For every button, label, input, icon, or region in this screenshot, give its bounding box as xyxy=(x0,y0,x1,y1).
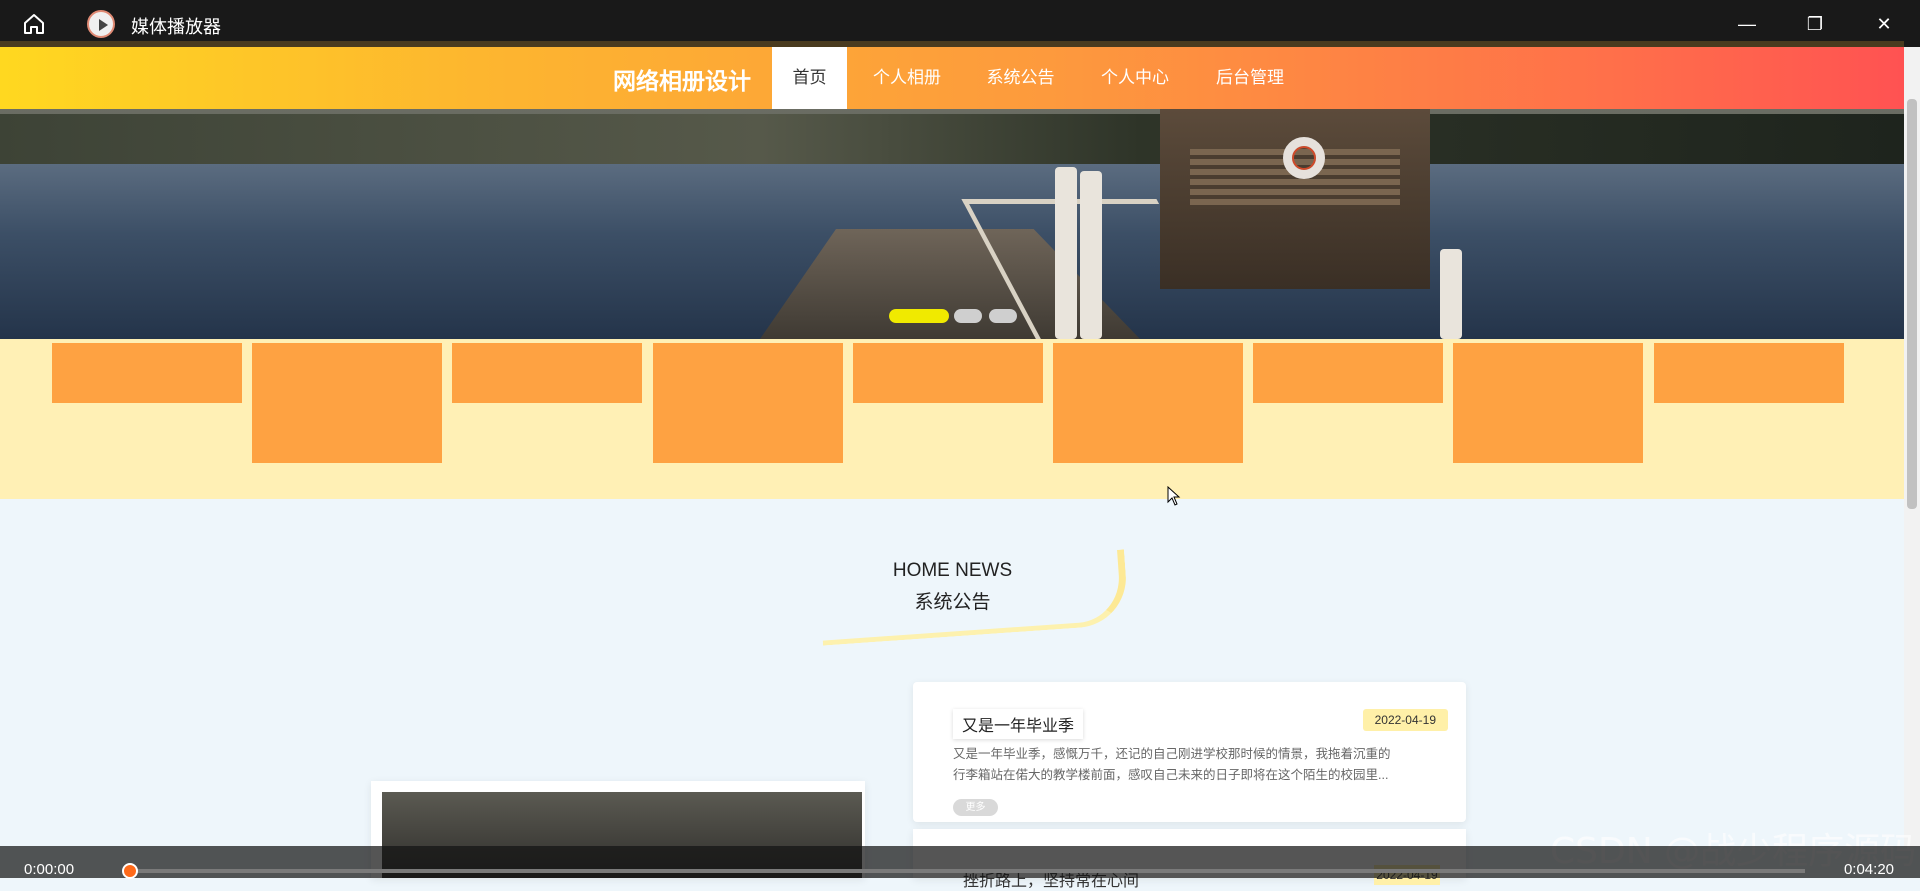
hero-hills xyxy=(0,114,1904,164)
seek-handle[interactable] xyxy=(122,863,138,879)
restore-icon[interactable]: ❐ xyxy=(1801,10,1829,38)
nav-item-albums[interactable]: 个人相册 xyxy=(862,47,952,109)
life-buoy xyxy=(1283,137,1325,179)
news-excerpt-line: 行李箱站在偌大的教学楼前面，感叹自己未来的日子即将在这个陌生的校园里... xyxy=(953,768,1389,782)
album-tile[interactable] xyxy=(1453,343,1643,463)
site-navbar: 网络相册设计 首页 个人相册 系统公告 个人中心 后台管理 xyxy=(0,47,1904,109)
minimize-icon[interactable]: — xyxy=(1733,10,1761,38)
nav-item-admin[interactable]: 后台管理 xyxy=(1204,47,1296,109)
hero-carousel-image[interactable] xyxy=(0,109,1904,339)
mouse-cursor-icon xyxy=(1167,486,1181,506)
carousel-dot-2[interactable] xyxy=(954,309,982,323)
media-player-controls: 0:00:00 0:04:20 xyxy=(0,846,1920,879)
nav-item-profile[interactable]: 个人中心 xyxy=(1090,47,1180,109)
carousel-dot-1[interactable] xyxy=(889,309,949,323)
album-tile[interactable] xyxy=(452,343,642,403)
media-player-icon xyxy=(87,10,115,38)
section-title-en: HOME NEWS xyxy=(892,560,1013,581)
album-tile[interactable] xyxy=(1654,343,1844,403)
window-title: 媒体播放器 xyxy=(131,17,221,37)
site-brand[interactable]: 网络相册设计 xyxy=(613,62,751,96)
album-tile-band xyxy=(0,339,1904,499)
carousel-dot-3[interactable] xyxy=(989,309,1017,323)
section-title-cn: 系统公告 xyxy=(914,592,991,613)
section-title: HOME NEWS 系统公告 xyxy=(860,560,1045,614)
news-excerpt-line: 又是一年毕业季，感慨万千，还记的自己刚进学校那时候的情景，我拖着沉重的 xyxy=(953,747,1391,761)
scrollbar-thumb[interactable] xyxy=(1907,99,1917,509)
album-tile[interactable] xyxy=(52,343,242,403)
nav-item-home[interactable]: 首页 xyxy=(772,47,847,109)
news-excerpt: 又是一年毕业季，感慨万千，还记的自己刚进学校那时候的情景，我拖着沉重的 行李箱站… xyxy=(953,744,1448,786)
pier-post xyxy=(1080,171,1102,339)
news-more-button[interactable]: 更多 xyxy=(953,799,998,816)
close-icon[interactable]: ✕ xyxy=(1870,10,1898,38)
news-card[interactable]: 又是一年毕业季 2022-04-19 又是一年毕业季，感慨万千，还记的自己刚进学… xyxy=(913,682,1466,822)
album-tile[interactable] xyxy=(252,343,442,463)
album-tile[interactable] xyxy=(1053,343,1243,463)
news-title[interactable]: 又是一年毕业季 xyxy=(953,709,1084,739)
album-tile[interactable] xyxy=(853,343,1043,403)
album-tile[interactable] xyxy=(653,343,843,463)
window-titlebar: 媒体播放器 — ❐ ✕ xyxy=(0,0,1920,47)
pier-post xyxy=(1055,167,1077,339)
pier-post xyxy=(1440,249,1462,339)
seek-bar[interactable] xyxy=(130,869,1805,873)
home-icon[interactable] xyxy=(22,12,46,36)
nav-item-announcements[interactable]: 系统公告 xyxy=(973,47,1068,109)
news-date: 2022-04-19 xyxy=(1362,709,1448,731)
album-tile[interactable] xyxy=(1253,343,1443,403)
current-time: 0:00:00 xyxy=(24,861,75,878)
page-scrollbar[interactable] xyxy=(1904,47,1920,847)
total-time: 0:04:20 xyxy=(1843,861,1894,878)
